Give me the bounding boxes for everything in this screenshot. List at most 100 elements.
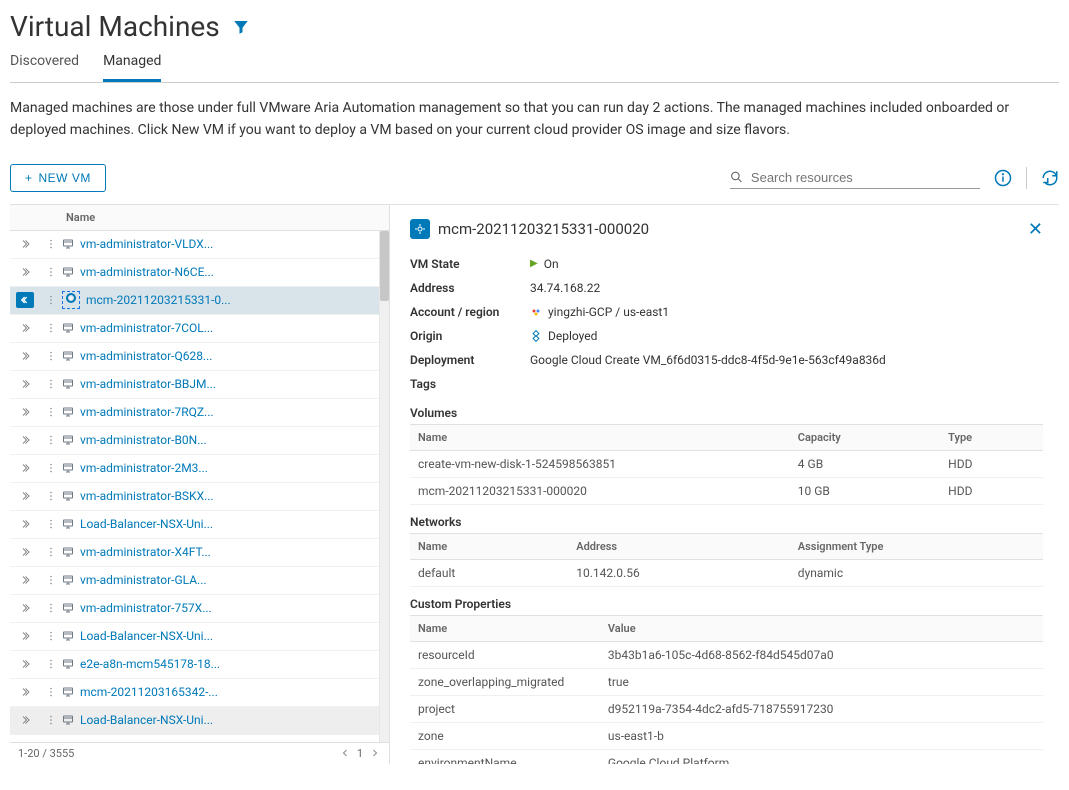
search-box[interactable] (730, 167, 980, 189)
vm-row[interactable]: Load-Balancer-NSX-Uni... (10, 707, 379, 735)
volumes-col-type[interactable]: Type (940, 424, 1043, 450)
networks-col-address[interactable]: Address (568, 533, 790, 559)
vm-name-link[interactable]: Load-Balancer-NSX-Uni... (80, 517, 213, 531)
volume-name: create-vm-new-disk-1-524598563851 (410, 450, 790, 477)
row-menu-icon[interactable] (40, 238, 62, 250)
expand-icon[interactable] (10, 406, 40, 418)
filter-icon[interactable] (232, 18, 250, 36)
expand-icon[interactable] (10, 462, 40, 474)
vm-row[interactable]: vm-administrator-BBJM... (10, 371, 379, 399)
expand-icon[interactable] (10, 350, 40, 362)
vm-row[interactable]: vm-administrator-B0N... (10, 427, 379, 455)
new-vm-button[interactable]: + NEW VM (10, 164, 106, 192)
row-menu-icon[interactable] (40, 378, 62, 390)
vm-name-link[interactable]: vm-administrator-GLA... (80, 573, 207, 587)
expand-icon[interactable] (10, 546, 40, 558)
vm-name-link[interactable]: e2e-a8n-mcm545178-18... (80, 657, 220, 671)
tab-managed[interactable]: Managed (103, 53, 161, 82)
row-menu-icon[interactable] (40, 714, 62, 726)
vm-row[interactable]: vm-administrator-757X... (10, 595, 379, 623)
row-menu-icon[interactable] (40, 322, 62, 334)
volume-capacity: 4 GB (790, 450, 940, 477)
section-volumes: Volumes (410, 406, 1043, 420)
vm-name-link[interactable]: mcm-20211203215331-0... (86, 293, 231, 307)
expand-icon[interactable] (10, 658, 40, 670)
expand-icon[interactable] (10, 322, 40, 334)
vm-name-link[interactable]: vm-administrator-7RQZ... (80, 405, 214, 419)
expand-icon[interactable] (10, 378, 40, 390)
close-icon[interactable]: ✕ (1028, 219, 1043, 240)
label-origin: Origin (410, 329, 530, 343)
vm-row[interactable]: vm-administrator-Q628... (10, 343, 379, 371)
vm-row[interactable]: vm-administrator-2M3... (10, 455, 379, 483)
expand-icon[interactable] (10, 574, 40, 586)
vm-name-link[interactable]: vm-administrator-Q628... (80, 349, 212, 363)
row-menu-icon[interactable] (40, 266, 62, 278)
row-menu-icon[interactable] (40, 686, 62, 698)
vm-row[interactable]: vm-administrator-BSKX... (10, 483, 379, 511)
networks-col-assignment[interactable]: Assignment Type (790, 533, 1043, 559)
vm-name-link[interactable]: vm-administrator-BSKX... (80, 489, 214, 503)
vm-name-link[interactable]: vm-administrator-757X... (80, 601, 212, 615)
vm-row[interactable]: vm-administrator-VLDX... (10, 231, 379, 259)
search-input[interactable] (749, 169, 980, 186)
row-menu-icon[interactable] (40, 350, 62, 362)
props-col-name[interactable]: Name (410, 615, 600, 641)
refresh-icon[interactable] (1041, 169, 1059, 187)
property-name: project (410, 695, 600, 722)
vm-name-link[interactable]: vm-administrator-N6CE... (80, 265, 214, 279)
vm-row[interactable]: mcm-20211203165342-... (10, 679, 379, 707)
vm-row[interactable]: vm-administrator-7RQZ... (10, 399, 379, 427)
expand-icon[interactable] (10, 518, 40, 530)
props-col-value[interactable]: Value (600, 615, 1043, 641)
vm-row[interactable]: Load-Balancer-NSX-Uni... (10, 511, 379, 539)
row-menu-icon[interactable] (40, 462, 62, 474)
pager-prev-icon[interactable] (339, 747, 351, 759)
vm-name-link[interactable]: Load-Balancer-NSX-Uni... (80, 629, 213, 643)
tab-discovered[interactable]: Discovered (10, 53, 79, 82)
vm-name-link[interactable]: vm-administrator-X4FT... (80, 545, 211, 559)
expand-icon[interactable] (10, 238, 40, 250)
vm-row[interactable]: mcm-20211203215331-0... (10, 287, 379, 315)
vm-name-link[interactable]: vm-administrator-7COL... (80, 321, 213, 335)
vm-row[interactable]: vm-administrator-N6CE... (10, 259, 379, 287)
row-menu-icon[interactable] (40, 546, 62, 558)
vm-name-link[interactable]: Load-Balancer-NSX-Uni... (80, 713, 213, 727)
vm-name-link[interactable]: vm-administrator-B0N... (80, 433, 207, 447)
property-value: Google Cloud Platform (600, 749, 1043, 764)
row-menu-icon[interactable] (40, 294, 62, 306)
row-menu-icon[interactable] (40, 630, 62, 642)
expand-icon[interactable] (10, 602, 40, 614)
info-icon[interactable] (994, 169, 1012, 187)
vm-name-link[interactable]: vm-administrator-BBJM... (80, 377, 216, 391)
column-header-name[interactable]: Name (62, 205, 389, 230)
row-menu-icon[interactable] (40, 518, 62, 530)
expand-icon[interactable] (10, 266, 40, 278)
scrollbar[interactable] (379, 231, 389, 742)
volumes-col-capacity[interactable]: Capacity (790, 424, 940, 450)
vm-name-link[interactable]: mcm-20211203165342-... (80, 685, 218, 699)
vm-row[interactable]: e2e-a8n-mcm545178-18... (10, 651, 379, 679)
vm-row[interactable]: vm-administrator-X4FT... (10, 539, 379, 567)
vm-name-link[interactable]: vm-administrator-2M3... (80, 461, 208, 475)
row-menu-icon[interactable] (40, 574, 62, 586)
collapse-icon[interactable] (16, 292, 34, 308)
row-menu-icon[interactable] (40, 602, 62, 614)
expand-icon[interactable] (10, 630, 40, 642)
volumes-col-name[interactable]: Name (410, 424, 790, 450)
row-menu-icon[interactable] (40, 658, 62, 670)
expand-icon[interactable] (10, 714, 40, 726)
vm-row[interactable]: Load-Balancer-NSX-Uni... (10, 623, 379, 651)
pager-next-icon[interactable] (369, 747, 381, 759)
expand-icon[interactable] (10, 686, 40, 698)
row-menu-icon[interactable] (40, 434, 62, 446)
networks-col-name[interactable]: Name (410, 533, 568, 559)
expand-icon[interactable] (10, 490, 40, 502)
row-menu-icon[interactable] (40, 490, 62, 502)
row-menu-icon[interactable] (40, 406, 62, 418)
vm-row[interactable]: TinyWin7-LinkedClone-... (10, 735, 379, 742)
vm-row[interactable]: vm-administrator-GLA... (10, 567, 379, 595)
vm-name-link[interactable]: vm-administrator-VLDX... (80, 237, 213, 251)
vm-row[interactable]: vm-administrator-7COL... (10, 315, 379, 343)
expand-icon[interactable] (10, 434, 40, 446)
